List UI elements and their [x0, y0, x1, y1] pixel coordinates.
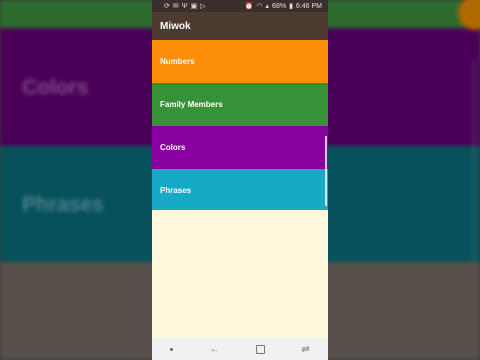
app-bar: Miwok: [152, 12, 328, 40]
status-time: 6:46 PM: [295, 2, 322, 10]
usb-icon: Ψ: [181, 2, 188, 10]
category-phrases-label: Phrases: [160, 186, 192, 195]
category-numbers-label: Numbers: [160, 57, 195, 66]
bg-label-colors: Colors: [22, 76, 89, 99]
screenshot-stage: Colors Phrases ⟳ ✉ Ψ ▣ ▷ ⏰ ◠ ▴ 68% ▮ 6:4…: [0, 0, 480, 360]
category-colors[interactable]: Colors: [152, 126, 328, 169]
status-right: ⏰ ◠ ▴ 68% ▮ 6:46 PM: [244, 2, 322, 11]
play-icon: ▷: [200, 3, 206, 10]
bg-edge: [472, 60, 476, 260]
battery-percent: 68%: [272, 2, 287, 10]
status-bar: ⟳ ✉ Ψ ▣ ▷ ⏰ ◠ ▴ 68% ▮ 6:46 PM: [152, 0, 328, 12]
content-area: [152, 210, 328, 338]
phone-screen: ⟳ ✉ Ψ ▣ ▷ ⏰ ◠ ▴ 68% ▮ 6:46 PM Miwok Numb…: [152, 0, 328, 360]
status-left: ⟳ ✉ Ψ ▣ ▷: [164, 2, 206, 11]
message-icon: ✉: [172, 3, 179, 10]
battery-icon: ▮: [289, 3, 293, 10]
bg-label-phrases: Phrases: [22, 193, 104, 216]
category-colors-label: Colors: [160, 143, 186, 152]
category-phrases[interactable]: Phrases: [152, 169, 328, 212]
category-family-members[interactable]: Family Members: [152, 83, 328, 126]
app-title: Miwok: [160, 20, 191, 32]
category-numbers[interactable]: Numbers: [152, 40, 328, 83]
wifi-icon: ◠: [256, 3, 263, 10]
image-icon: ▣: [190, 3, 198, 10]
alarm-icon: ⏰: [244, 3, 254, 10]
category-family-members-label: Family Members: [160, 100, 223, 109]
nav-dot-icon[interactable]: [170, 347, 174, 351]
home-icon[interactable]: [255, 344, 265, 354]
back-icon[interactable]: ←: [210, 344, 220, 355]
signal-icon: ▴: [265, 3, 270, 10]
recents-icon[interactable]: ⇌: [301, 344, 309, 355]
navigation-bar: ← ⇌: [152, 338, 328, 360]
sync-icon: ⟳: [164, 3, 170, 10]
scrollbar-thumb[interactable]: [325, 136, 327, 206]
